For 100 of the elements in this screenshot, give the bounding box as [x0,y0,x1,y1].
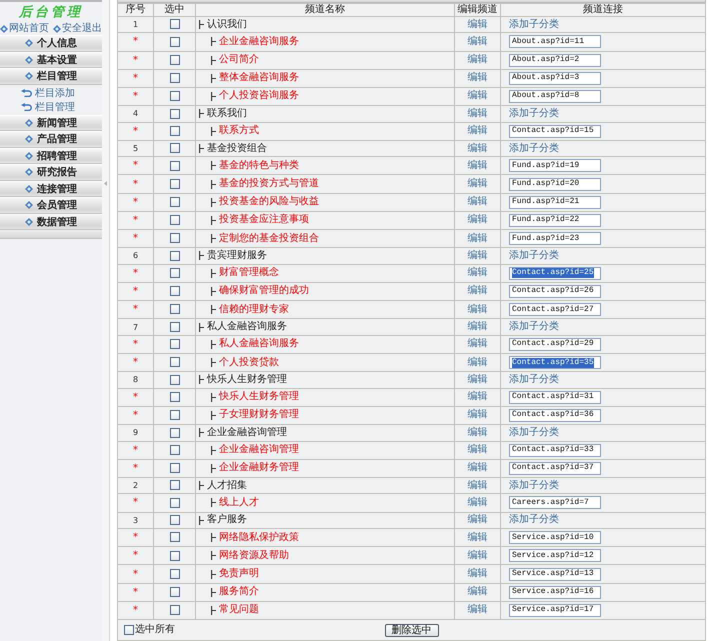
row-checkbox[interactable] [170,126,180,136]
link-field[interactable]: Service.asp?id=17 [509,604,601,617]
row-checkbox[interactable] [170,73,180,84]
row-checkbox[interactable] [170,215,180,226]
link-field[interactable]: Contact.asp?id=31 [509,390,601,404]
link-field[interactable]: Service.asp?id=13 [509,568,601,581]
channel-name: 网络资源及帮助 [219,550,289,562]
row-checkbox[interactable] [170,143,180,154]
asterisk: * [133,54,138,66]
channel-name: 私人金融咨询服务 [207,321,287,333]
row-checkbox[interactable] [170,160,180,171]
add-subcategory-link[interactable]: 添加子分类 [509,18,559,31]
channel-name: 常见问题 [219,604,259,616]
row-checkbox[interactable] [170,304,180,314]
channel-name: 认识我们 [207,18,247,31]
row-checkbox[interactable] [170,233,180,244]
link-field[interactable]: Fund.asp?id=20 [509,178,601,191]
row-checkbox[interactable] [170,286,180,296]
row-checkbox[interactable] [170,19,180,30]
tree-branch-icon [211,92,216,101]
link-field[interactable]: About.asp?id=3 [509,72,601,85]
row-checkbox[interactable] [170,515,180,526]
link-field[interactable]: Service.asp?id=10 [509,531,601,544]
menu-item[interactable]: 招聘管理 [0,148,102,164]
row-checkbox[interactable] [170,374,180,385]
link-field[interactable]: Contact.asp?id=37 [509,462,601,475]
diamond-icon [25,201,33,210]
link-field[interactable]: Contact.asp?id=27 [509,303,601,316]
asterisk: * [133,214,138,226]
row-checkbox[interactable] [170,108,180,119]
asterisk: * [133,196,138,208]
row-checkbox[interactable] [170,463,180,474]
link-field[interactable]: Contact.asp?id=36 [509,408,601,422]
link-field[interactable]: Fund.asp?id=23 [509,232,601,246]
link-field[interactable]: Contact.asp?id=26 [509,284,601,298]
link-field[interactable]: Service.asp?id=12 [509,549,601,562]
asterisk: * [133,90,138,102]
header-link[interactable]: 安全退出 [53,22,102,34]
link-field[interactable]: About.asp?id=8 [509,90,601,103]
add-subcategory-link[interactable]: 添加子分类 [509,374,559,386]
delete-selected-button[interactable]: 删除选中 [384,624,438,636]
link-field[interactable]: About.asp?id=2 [509,54,601,67]
menu-item[interactable]: 会员管理 [0,197,102,214]
add-subcategory-link[interactable]: 添加子分类 [509,321,559,333]
row-checkbox[interactable] [170,357,180,368]
diamond-icon [25,152,33,160]
row-checkbox[interactable] [170,532,180,542]
row-checkbox[interactable] [170,392,180,402]
add-subcategory-link[interactable]: 添加子分类 [509,108,559,120]
link-field[interactable]: Service.asp?id=16 [509,586,601,599]
row-checkbox[interactable] [170,586,180,597]
row-checkbox[interactable] [170,568,180,579]
add-subcategory-link[interactable]: 添加子分类 [509,142,559,154]
submenu-item[interactable]: 栏目管理 [0,100,102,114]
link-field[interactable]: Contact.asp?id=35 [509,356,601,370]
add-subcategory-link[interactable]: 添加子分类 [509,250,559,262]
menu-item[interactable]: 研究报告 [0,164,102,180]
left-arrow-icon [104,181,107,186]
menu-item[interactable]: 基本设置 [0,52,102,68]
row-checkbox[interactable] [170,268,180,278]
menu-item[interactable]: 连接管理 [0,180,102,197]
link-field[interactable]: Contact.asp?id=25 [509,266,601,280]
row-checkbox[interactable] [170,605,180,616]
add-subcategory-link[interactable]: 添加子分类 [509,480,559,492]
row-checkbox[interactable] [170,196,180,207]
row-checkbox[interactable] [170,498,180,508]
row-checkbox[interactable] [170,36,180,47]
menu-item[interactable]: 数据管理 [0,214,102,230]
menu-item[interactable]: 产品管理 [0,131,102,148]
channel-name: 快乐人生财务管理 [207,374,287,386]
row-checkbox[interactable] [170,91,180,102]
link-field[interactable]: Contact.asp?id=15 [509,124,601,138]
menu-item[interactable]: 个人信息 [0,35,102,52]
link-field[interactable]: Careers.asp?id=7 [509,496,601,510]
submenu-item[interactable]: 栏目添加 [0,86,102,100]
row-checkbox[interactable] [170,410,180,420]
add-subcategory-link[interactable]: 添加子分类 [509,426,559,439]
tree-branch-icon [199,20,204,30]
channel-name: 服务简介 [219,586,259,598]
row-checkbox[interactable] [170,550,180,561]
row-checkbox[interactable] [170,322,180,332]
link-field[interactable]: Fund.asp?id=22 [509,214,601,227]
link-field[interactable]: About.asp?id=11 [509,35,601,48]
add-subcategory-link[interactable]: 添加子分类 [509,514,559,526]
link-field[interactable]: Contact.asp?id=33 [509,444,601,457]
row-checkbox[interactable] [170,250,180,261]
menu-item[interactable]: 栏目管理 [0,68,102,84]
select-all-checkbox[interactable] [124,625,134,635]
tree-branch-icon [211,56,216,65]
menu-item[interactable]: 新闻管理 [0,114,102,131]
row-checkbox[interactable] [170,54,180,65]
header-link[interactable]: 网站首页 [0,22,49,34]
row-checkbox[interactable] [170,339,180,350]
link-field[interactable]: Contact.asp?id=29 [509,338,601,351]
row-checkbox[interactable] [170,178,180,189]
link-field[interactable]: Fund.asp?id=21 [509,196,601,209]
row-checkbox[interactable] [170,428,180,438]
row-checkbox[interactable] [170,480,180,490]
link-field[interactable]: Fund.asp?id=19 [509,159,601,172]
row-checkbox[interactable] [170,444,180,455]
